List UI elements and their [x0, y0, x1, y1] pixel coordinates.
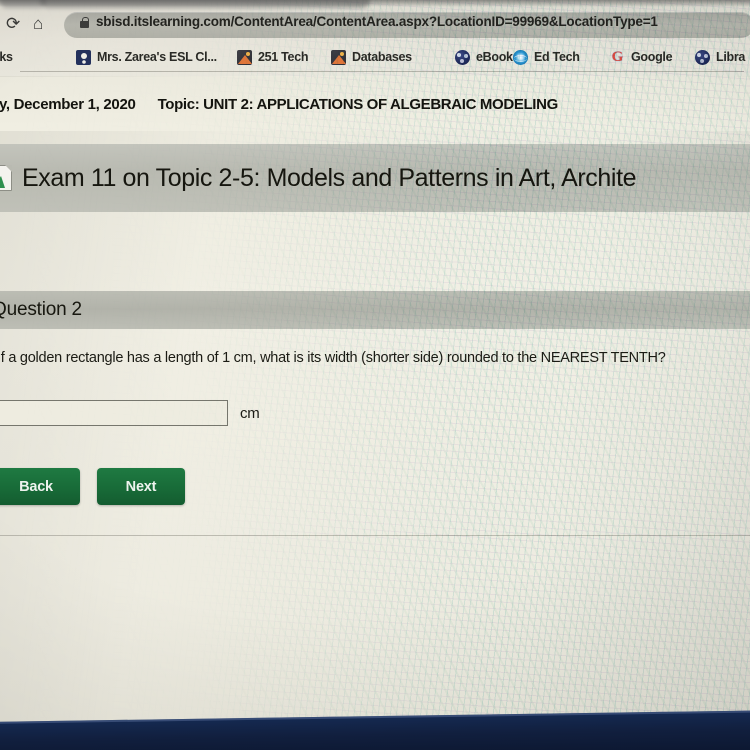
bookmark-item-mrs-zarea[interactable]: Mrs. Zarea's ESL Cl...	[76, 46, 217, 68]
test-document-icon	[0, 165, 12, 191]
lock-body	[80, 21, 89, 28]
att-globe-icon	[513, 49, 528, 65]
answer-unit-label: cm	[240, 404, 260, 422]
content-bottom-rule	[0, 535, 750, 536]
question-header-label: Question 2	[0, 299, 82, 320]
bookmark-item-251tech[interactable]: 251 Tech	[237, 46, 308, 68]
course-topic-strip: sday, December 1, 2020 Topic: UNIT 2: AP…	[0, 77, 750, 131]
bookmark-item-library[interactable]: Libra	[695, 46, 745, 68]
address-bar-url[interactable]: sbisd.itslearning.com/ContentArea/Conten…	[96, 14, 658, 29]
home-icon[interactable]: ⌂	[33, 15, 43, 33]
bookmark-item-ebooks[interactable]: eBooks	[455, 46, 520, 68]
question-header-band: Question 2	[0, 291, 750, 329]
lock-icon	[80, 17, 89, 28]
answer-input[interactable]	[0, 400, 228, 426]
bookmark-item-edtech[interactable]: Ed Tech	[513, 46, 580, 68]
bookmark-label: Ed Tech	[534, 50, 580, 64]
back-button[interactable]: Back	[0, 468, 80, 505]
bookmarks-bar: ookmarks Mrs. Zarea's ESL Cl... 251 Tech…	[0, 42, 750, 72]
page-title: Exam 11 on Topic 2-5: Models and Pattern…	[22, 163, 637, 192]
bookmark-item-databases[interactable]: Databases	[331, 46, 412, 68]
browser-nav-row: ⟳ ⌂ sbisd.itslearning.com/ContentArea/Co…	[0, 6, 750, 42]
screenshot-root: ⟳ ⌂ sbisd.itslearning.com/ContentArea/Co…	[0, 0, 750, 750]
bookmarks-label: ookmarks	[0, 50, 13, 64]
course-topic: Topic: UNIT 2: APPLICATIONS OF ALGEBRAIC…	[157, 95, 559, 113]
bookmarks-divider	[20, 71, 744, 72]
bookmark-label: Google	[631, 50, 673, 64]
reload-icon[interactable]: ⟳	[6, 15, 20, 33]
photo-top-shadow	[0, 0, 750, 7]
bookmark-label: 251 Tech	[258, 50, 309, 64]
next-button[interactable]: Next	[97, 468, 185, 505]
globe-dark-icon	[455, 49, 470, 65]
photo-icon	[237, 49, 252, 65]
navigation-button-row: Back Next	[0, 468, 185, 505]
globe-dark-icon	[695, 49, 710, 65]
bookmark-label: Databases	[352, 50, 412, 64]
answer-row: cm	[0, 400, 260, 426]
bookmarks-folder-label[interactable]: ookmarks	[0, 46, 13, 68]
browser-chrome: ⟳ ⌂ sbisd.itslearning.com/ContentArea/Co…	[0, 0, 750, 76]
bookmark-item-google[interactable]: G Google	[610, 46, 673, 68]
google-g-icon: G	[611, 48, 624, 65]
person-badge-icon	[76, 49, 91, 65]
exam-title-band: Exam 11 on Topic 2-5: Models and Pattern…	[0, 144, 750, 212]
bookmark-label: Libra	[716, 50, 746, 64]
photo-icon	[331, 49, 346, 65]
question-text: If a golden rectangle has a length of 1 …	[0, 350, 666, 366]
course-date: sday, December 1, 2020	[0, 95, 136, 113]
bookmark-label: Mrs. Zarea's ESL Cl...	[97, 50, 217, 64]
